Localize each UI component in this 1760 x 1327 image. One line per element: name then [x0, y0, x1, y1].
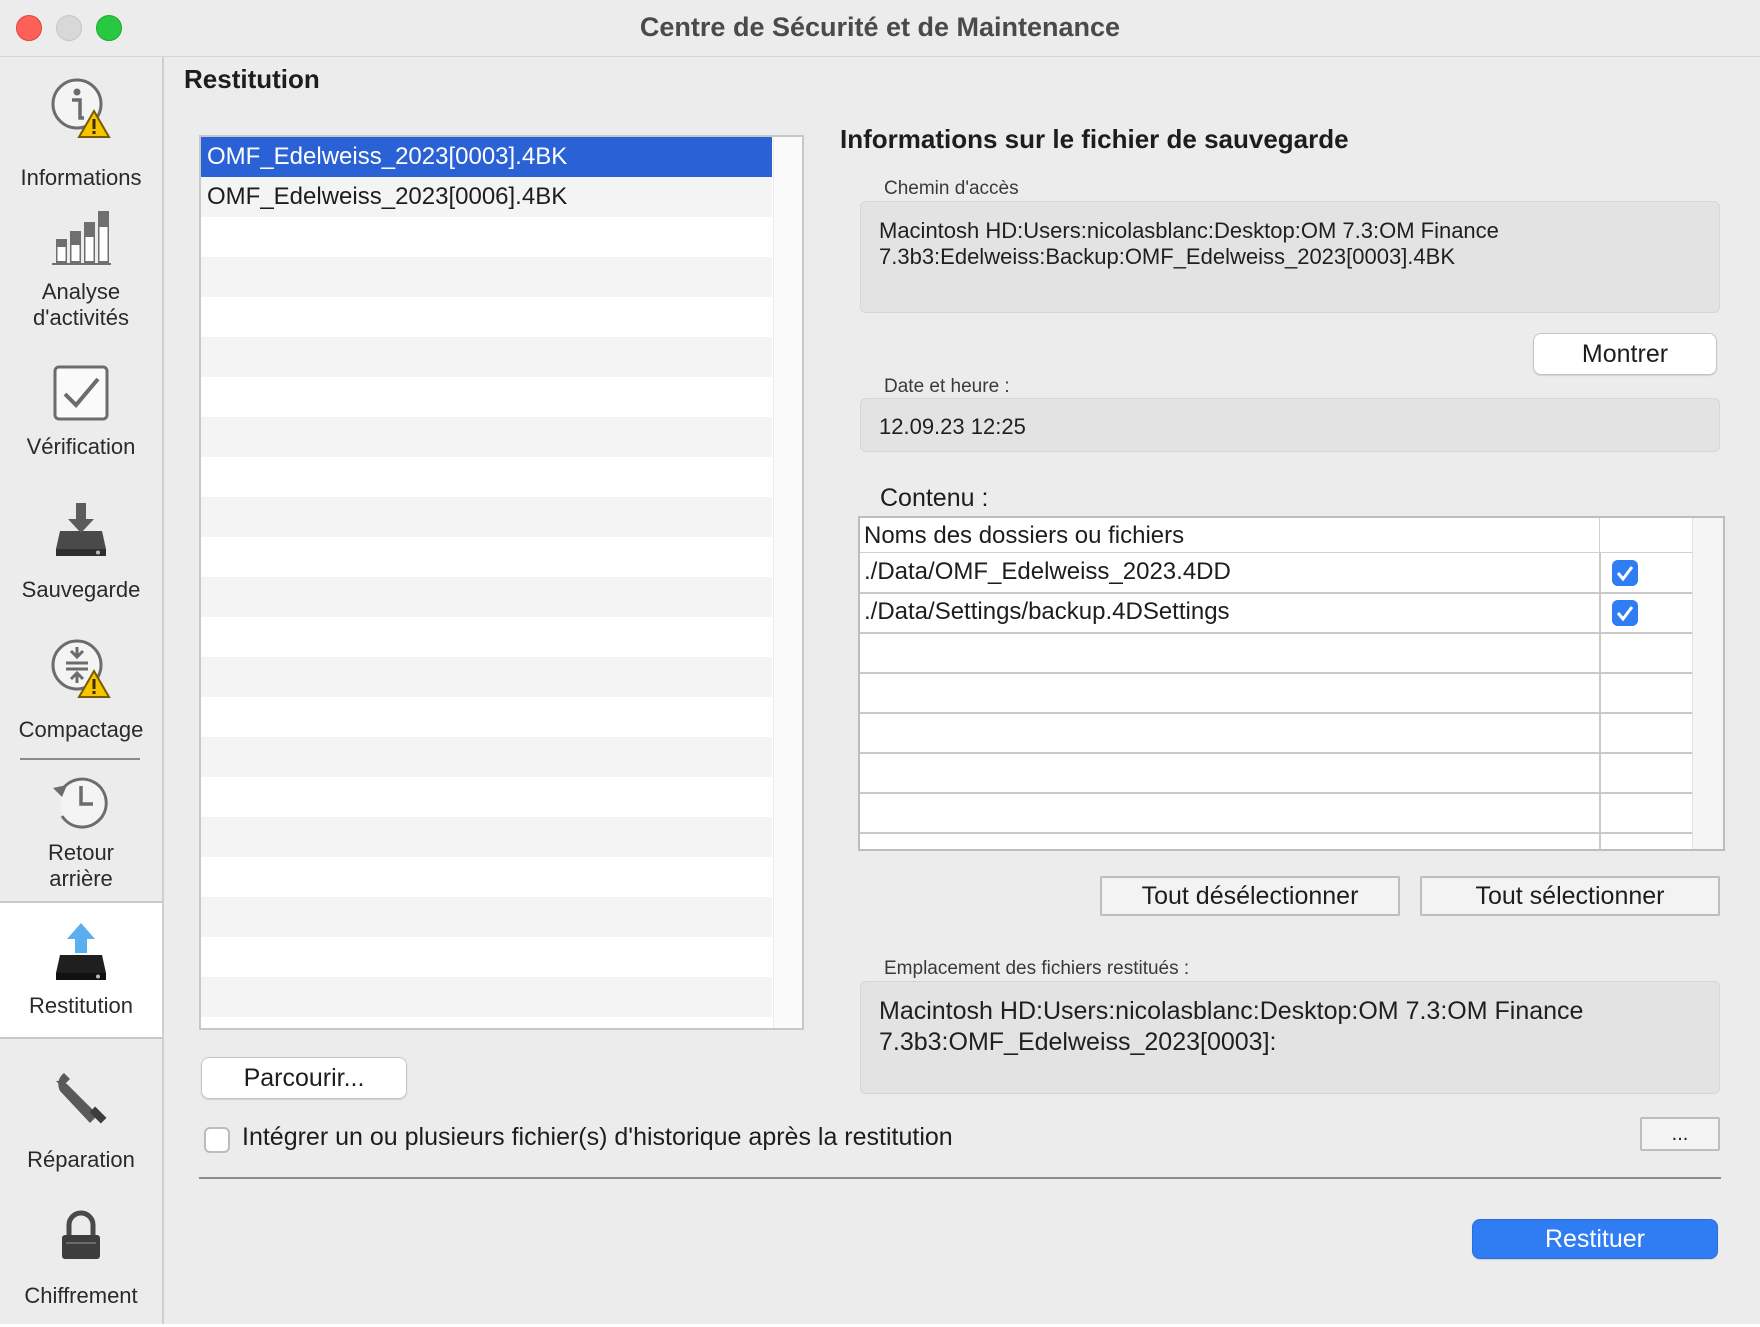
- lock-icon: [62, 1210, 100, 1259]
- info-title: Informations sur le fichier de sauvegard…: [840, 124, 1349, 154]
- path-line-2: 7.3b3:Edelweiss:Backup:OMF_Edelweiss_202…: [879, 244, 1456, 269]
- title-bar: Centre de Sécurité et de Maintenance: [0, 0, 1760, 57]
- table-cell-name: ./Data/Settings/backup.4DSettings: [864, 598, 1230, 625]
- sidebar-item-restitution[interactable]: Restitution: [0, 901, 162, 1039]
- table-header: Noms des dossiers ou fichiers: [860, 518, 1695, 553]
- content-table[interactable]: Noms des dossiers ou fichiers ./Data/OMF…: [858, 516, 1725, 851]
- checkbox-check-icon: [53, 365, 109, 421]
- integrate-log-checkbox[interactable]: [204, 1127, 230, 1153]
- content-label: Contenu :: [880, 484, 989, 512]
- checkbox-checked[interactable]: [1612, 560, 1638, 586]
- table-row[interactable]: ./Data/Settings/backup.4DSettings: [860, 592, 1695, 634]
- destination-field: Macintosh HD:Users:nicolasblanc:Desktop:…: [860, 981, 1720, 1094]
- table-row: [860, 632, 1695, 674]
- window: Centre de Sécurité et de Maintenance Inf…: [0, 0, 1760, 1324]
- show-button[interactable]: Montrer: [1533, 333, 1717, 375]
- info-warning-icon: [51, 78, 111, 138]
- sidebar-divider: [20, 758, 140, 760]
- table-row[interactable]: ./Data/OMF_Edelweiss_2023.4DD: [860, 552, 1695, 594]
- table-row: [860, 752, 1695, 794]
- destination-label: Emplacement des fichiers restitués :: [884, 958, 1190, 979]
- path-field: Macintosh HD:Users:nicolasblanc:Desktop:…: [860, 201, 1720, 313]
- browse-button[interactable]: Parcourir...: [201, 1057, 407, 1099]
- table-row: [860, 712, 1695, 754]
- divider: [199, 1177, 1721, 1179]
- column-header-name: Noms des dossiers ou fichiers: [864, 522, 1185, 549]
- sidebar-item-label: Retour arrière: [47, 840, 115, 891]
- scrollbar[interactable]: [773, 137, 802, 1028]
- sidebar: Informations Analyse d'activités Vérific…: [0, 57, 164, 1324]
- backup-file-list[interactable]: OMF_Edelweiss_2023[0003].4BK OMF_Edelwei…: [199, 135, 804, 1030]
- destination-line-1: Macintosh HD:Users:nicolasblanc:Desktop:…: [879, 997, 1584, 1025]
- sidebar-item-label: Sauvegarde: [21, 577, 141, 602]
- deselect-all-button[interactable]: Tout désélectionner: [1100, 876, 1400, 916]
- list-item[interactable]: OMF_Edelweiss_2023[0006].4BK: [201, 177, 772, 217]
- sidebar-item-verification[interactable]: Vérification: [0, 362, 162, 482]
- wrench-icon: [56, 1073, 107, 1124]
- select-all-button[interactable]: Tout sélectionner: [1420, 876, 1720, 916]
- date-field: 12.09.23 12:25: [860, 398, 1720, 452]
- scrollbar[interactable]: [1692, 518, 1723, 849]
- bar-chart-icon: [52, 211, 111, 265]
- table-cell-select: [1599, 552, 1697, 592]
- table-row: [860, 832, 1695, 849]
- restore-button[interactable]: Restituer: [1472, 1219, 1718, 1259]
- sidebar-item-compacting[interactable]: Compactage: [0, 637, 162, 757]
- table-cell-name: ./Data/OMF_Edelweiss_2023.4DD: [864, 558, 1231, 585]
- date-label: Date et heure :: [884, 376, 1010, 397]
- sidebar-item-label: Analyse d'activités: [33, 279, 129, 330]
- sidebar-item-informations[interactable]: Informations: [0, 77, 162, 197]
- sidebar-item-label: Informations: [20, 165, 142, 190]
- table-row: [860, 672, 1695, 714]
- sidebar-item-label: Réparation: [27, 1147, 135, 1172]
- sidebar-item-backup[interactable]: Sauvegarde: [0, 497, 162, 627]
- table-row: [860, 792, 1695, 834]
- backup-drive-icon: [56, 503, 106, 556]
- sidebar-item-label: Vérification: [26, 434, 136, 459]
- sidebar-item-encryption[interactable]: Chiffrement: [0, 1207, 162, 1327]
- rollback-clock-icon: [53, 777, 108, 829]
- restore-drive-icon: [56, 923, 106, 980]
- sidebar-item-label: Compactage: [18, 717, 144, 742]
- column-header-select: [1599, 518, 1696, 552]
- checkbox-checked[interactable]: [1612, 600, 1638, 626]
- compact-warning-icon: [51, 639, 111, 698]
- sidebar-item-repair[interactable]: Réparation: [0, 1067, 162, 1187]
- path-line-1: Macintosh HD:Users:nicolasblanc:Desktop:…: [879, 218, 1499, 243]
- destination-line-2: 7.3b3:OMF_Edelweiss_2023[0003]:: [879, 1028, 1277, 1056]
- path-label: Chemin d'accès: [884, 178, 1019, 199]
- choose-log-file-button[interactable]: ...: [1640, 1117, 1720, 1151]
- list-item[interactable]: OMF_Edelweiss_2023[0003].4BK: [201, 137, 772, 177]
- integrate-log-label: Intégrer un ou plusieurs fichier(s) d'hi…: [242, 1123, 953, 1151]
- sidebar-item-activity-analysis[interactable]: Analyse d'activités: [0, 207, 162, 347]
- section-title: Restitution: [184, 64, 320, 94]
- table-cell-select: [1599, 592, 1697, 632]
- sidebar-item-label: Restitution: [29, 993, 133, 1018]
- sidebar-item-label: Chiffrement: [24, 1283, 138, 1308]
- window-title: Centre de Sécurité et de Maintenance: [639, 12, 1121, 42]
